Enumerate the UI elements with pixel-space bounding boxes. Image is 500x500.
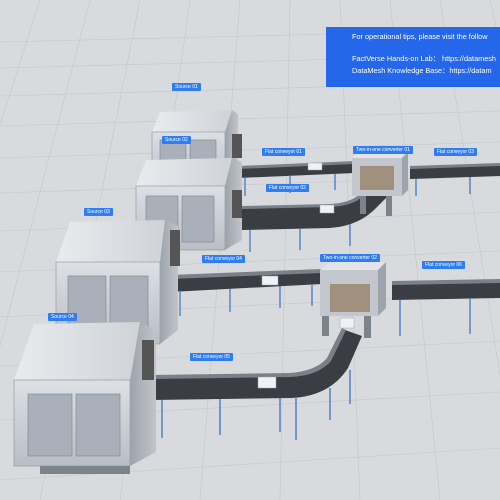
label-flat-conveyor-03[interactable]: Flat conveyor 03	[434, 148, 477, 156]
label-converter-02[interactable]: Two-in-one converter 02	[320, 254, 380, 262]
source-machine-04[interactable]	[13, 322, 156, 474]
product-box	[257, 376, 277, 389]
flat-conveyor-06-top[interactable]	[410, 163, 500, 196]
flat-conveyor-04[interactable]	[170, 269, 322, 316]
label-flat-conveyor-02[interactable]: Flat conveyor 02	[266, 184, 309, 192]
knowledge-base-link[interactable]: DataMesh Knowledge Base：https://datam	[352, 65, 492, 77]
label-flat-conveyor-06[interactable]: Flat conveyor 06	[422, 261, 465, 269]
3d-viewport[interactable]: For operational tips, please visit the f…	[0, 0, 500, 500]
label-flat-conveyor-05[interactable]: Flat conveyor 05	[190, 353, 233, 361]
label-source-02[interactable]: Source 02	[162, 136, 191, 144]
label-flat-conveyor-01[interactable]: Flat conveyor 01	[262, 148, 305, 156]
product-box	[319, 204, 335, 214]
operational-tips-panel: For operational tips, please visit the f…	[326, 27, 500, 87]
label-source-04[interactable]: Source 04	[48, 313, 77, 321]
label-source-03[interactable]: Source 03	[84, 208, 113, 216]
factverse-lab-link[interactable]: FactVerse Hands-on Lab： https://datamesh	[352, 53, 496, 65]
product-box	[339, 317, 355, 329]
two-in-one-converter-01[interactable]	[352, 152, 408, 216]
flat-conveyor-06[interactable]	[392, 279, 500, 336]
flat-conveyor-05[interactable]	[152, 317, 362, 440]
tip-heading: For operational tips, please visit the f…	[352, 32, 488, 41]
product-box	[307, 162, 323, 171]
label-source-01[interactable]: Source 01	[172, 83, 201, 91]
label-flat-conveyor-04[interactable]: Flat conveyor 04	[202, 255, 245, 263]
product-box	[261, 275, 279, 286]
label-converter-01[interactable]: Two-in-one converter 01	[353, 146, 413, 154]
